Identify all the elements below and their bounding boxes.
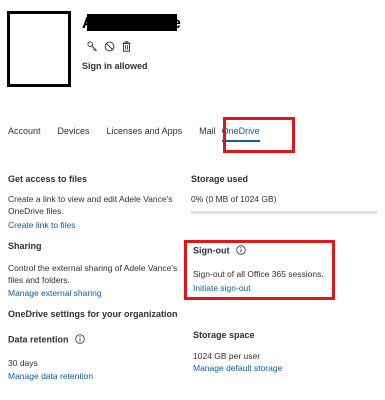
avatar (7, 11, 71, 87)
tab-account[interactable]: Account (8, 122, 41, 142)
files-heading: Get access to files (8, 174, 88, 184)
tab-devices[interactable]: Devices (58, 122, 90, 142)
trash-icon[interactable] (121, 41, 132, 52)
user-actions (87, 41, 132, 52)
user-name-redacted (87, 14, 177, 31)
info-icon[interactable] (75, 334, 85, 346)
signout-heading: Sign-out (193, 245, 230, 256)
files-desc-line1: Create a link to view and edit Adele Van… (8, 194, 173, 204)
tab-mail[interactable]: Mail (199, 122, 216, 142)
storage-used-value: 0% (0 MB of 1024 GB) (191, 194, 277, 204)
files-desc-line2: OneDrive files. (8, 206, 64, 216)
initiate-signout-link[interactable]: Initiate sign-out (193, 282, 251, 294)
info-icon[interactable] (236, 245, 246, 257)
block-icon[interactable] (104, 41, 115, 52)
manage-external-sharing-link[interactable]: Manage external sharing (8, 287, 102, 299)
storage-used-heading: Storage used (191, 174, 249, 184)
sharing-desc-line1: Control the external sharing of Adele Va… (8, 263, 178, 273)
signout-heading-row: Sign-out (193, 245, 246, 257)
onedrive-tab-highlight (223, 117, 295, 153)
manage-data-retention-link[interactable]: Manage data retention (8, 370, 93, 382)
storage-space-heading: Storage space (193, 330, 255, 340)
storage-used-bar (191, 211, 377, 214)
sharing-heading: Sharing (8, 241, 42, 251)
data-retention-heading-row: Data retention (8, 334, 85, 346)
key-icon[interactable] (87, 41, 98, 52)
sign-in-status: Sign in allowed (82, 61, 148, 71)
storage-space-value: 1024 GB per user (193, 351, 261, 361)
user-name-last: e (172, 15, 181, 32)
manage-default-storage-link[interactable]: Manage default storage (193, 362, 282, 374)
settings-heading: OneDrive settings for your organization (8, 309, 178, 319)
sharing-desc-line2: files and folders. (8, 275, 70, 285)
signout-desc: Sign-out of all Office 365 sessions. (193, 269, 324, 279)
tab-licenses-and-apps[interactable]: Licenses and Apps (107, 122, 183, 142)
data-retention-heading: Data retention (8, 334, 69, 345)
create-link-to-files-link[interactable]: Create link to files (8, 219, 76, 231)
data-retention-value: 30 days (8, 358, 38, 368)
